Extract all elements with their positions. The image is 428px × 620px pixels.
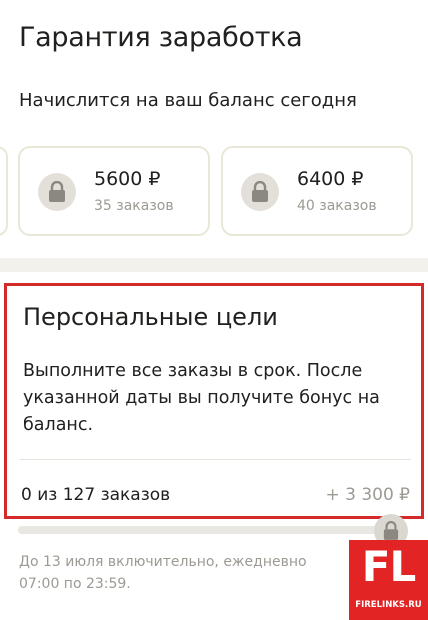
guarantee-card-partial[interactable] xyxy=(0,146,8,236)
page-subtitle: Начислится на ваш баланс сегодня xyxy=(19,90,357,111)
lock-icon xyxy=(38,173,76,211)
card-amount: 6400 ₽ xyxy=(297,168,364,190)
guarantee-card[interactable]: 6400 ₽ 40 заказов xyxy=(221,146,413,236)
goals-progress-bar xyxy=(18,526,396,534)
card-orders: 40 заказов xyxy=(297,198,377,214)
schedule-line-2: 07:00 по 23:59. xyxy=(19,576,131,592)
lock-icon xyxy=(241,173,279,211)
goals-schedule-note: До 13 июля включительно, ежедневно 07:00… xyxy=(19,551,364,595)
goals-progress-text: 0 из 127 заказов xyxy=(21,485,171,505)
card-orders: 35 заказов xyxy=(94,198,174,214)
goals-bonus: + 3 300 ₽ xyxy=(325,485,410,505)
schedule-line-1: До 13 июля включительно, ежедневно xyxy=(19,554,307,570)
watermark-logo: FL FIRELINKS.RU xyxy=(349,540,428,620)
card-amount: 5600 ₽ xyxy=(94,168,161,190)
goals-description: Выполните все заказы в срок. После указа… xyxy=(23,361,380,435)
personal-goals-section[interactable]: Персональные цели Выполните все заказы в… xyxy=(4,283,424,519)
watermark-site: FIRELINKS.RU xyxy=(355,600,422,610)
section-divider xyxy=(0,258,428,272)
goals-divider xyxy=(20,459,411,460)
page-title: Гарантия заработка xyxy=(19,22,303,53)
watermark-letters: FL xyxy=(361,542,416,591)
guarantee-card[interactable]: 5600 ₽ 35 заказов xyxy=(18,146,210,236)
goals-title: Персональные цели xyxy=(23,303,278,331)
